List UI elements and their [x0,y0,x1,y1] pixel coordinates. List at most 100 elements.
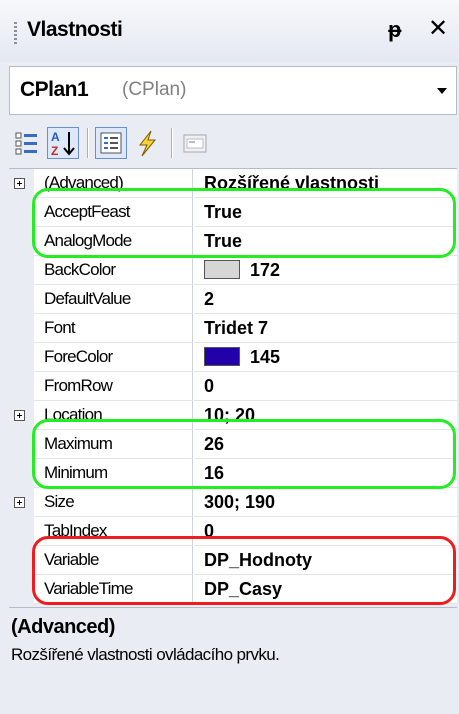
property-row[interactable]: ForeColor 145 [9,343,457,372]
property-grid: (Advanced) Rozšířené vlastnosti AcceptFe… [9,168,457,604]
toolbar: A Z [9,120,457,168]
color-swatch [204,347,240,367]
property-name: TabIndex [34,517,193,546]
pin-icon[interactable]: ᵽ [388,17,401,43]
row-margin [9,169,34,198]
property-name: Location [34,401,193,430]
property-row[interactable]: Font Tridet 7 [9,314,457,343]
property-value-text: 0 [204,376,215,396]
property-value-text: 300; 190 [204,492,276,512]
events-button[interactable] [131,127,163,159]
property-name: AnalogMode [34,227,193,256]
properties-button[interactable] [95,127,127,159]
property-name: Font [34,314,193,343]
property-value[interactable]: 16 [194,459,457,488]
property-value[interactable]: Rozšířené vlastnosti [194,169,457,198]
expand-icon[interactable] [14,410,25,421]
properties-icon [100,132,122,154]
property-value[interactable]: 0 [194,517,457,546]
lightning-icon [138,130,157,157]
property-name: ForeColor [34,343,193,372]
property-value-text: 172 [250,260,281,280]
property-row[interactable]: Minimum 16 [9,459,457,488]
property-value-text: DP_Casy [204,579,283,599]
title-bar[interactable]: Vlastnosti ᵽ ✕ [0,0,459,62]
row-margin [9,372,34,401]
row-margin [9,546,34,575]
property-value[interactable]: DP_Hodnoty [194,546,457,575]
property-row[interactable]: Location 10; 20 [9,401,457,430]
property-value[interactable]: 0 [194,372,457,401]
property-value-text: True [204,202,243,222]
property-value-text: True [204,231,243,251]
alphabetical-button[interactable]: A Z [47,127,79,159]
property-value[interactable]: True [194,198,457,227]
property-value[interactable]: 26 [194,430,457,459]
property-name: AcceptFeast [34,198,193,227]
property-name: VariableTime [34,575,193,604]
property-value-text: 16 [204,463,225,483]
drag-grip-icon[interactable] [14,22,17,44]
property-value[interactable]: Tridet 7 [194,314,457,343]
chevron-down-icon[interactable] [429,67,456,114]
property-value-text: DP_Hodnoty [204,550,312,570]
property-value[interactable]: 10; 20 [194,401,457,430]
color-swatch [204,260,240,280]
property-row[interactable]: Variable DP_Hodnoty [9,546,457,575]
property-value-text: 0 [204,521,215,541]
property-value-text: 2 [204,289,215,309]
property-value[interactable]: True [194,227,457,256]
property-row[interactable]: AnalogMode True [9,227,457,256]
property-value[interactable]: 2 [194,285,457,314]
panel-title: Vlastnosti [27,18,123,41]
row-margin [9,227,34,256]
row-margin [9,430,34,459]
property-row[interactable]: Maximum 26 [9,430,457,459]
row-margin [9,343,34,372]
expand-icon[interactable] [14,497,25,508]
close-icon[interactable]: ✕ [428,15,448,43]
property-value-text: 10; 20 [204,405,256,425]
svg-text:A: A [51,130,60,144]
property-row[interactable]: (Advanced) Rozšířené vlastnosti [9,169,457,198]
property-value[interactable]: DP_Casy [194,575,457,604]
row-margin [9,488,34,517]
property-value-text: 26 [204,434,225,454]
row-margin [9,459,34,488]
property-row[interactable]: BackColor 172 [9,256,457,285]
property-name: Minimum [34,459,193,488]
property-row[interactable]: FromRow 0 [9,372,457,401]
object-selector[interactable]: CPlan1 (CPlan) [9,66,457,115]
object-type: (CPlan) [122,79,187,100]
categorized-icon [15,132,37,155]
property-row[interactable]: Size 300; 190 [9,488,457,517]
property-row[interactable]: VariableTime DP_Casy [9,575,457,604]
properties-panel: Vlastnosti ᵽ ✕ CPlan1 (CPlan) A Z (Advan… [0,0,459,714]
property-value-text: Rozšířené vlastnosti [204,173,380,193]
property-row[interactable]: TabIndex 0 [9,517,457,546]
description-title: (Advanced) [11,616,115,638]
property-pages-button[interactable] [179,127,211,159]
property-name: Maximum [34,430,193,459]
toolbar-separator [171,128,172,158]
property-value[interactable]: 145 [194,343,457,372]
property-name: Size [34,488,193,517]
row-margin [9,401,34,430]
property-name: FromRow [34,372,193,401]
svg-text:Z: Z [51,144,58,158]
object-name: CPlan1 [20,78,89,101]
property-pages-icon [183,134,207,153]
row-margin [9,198,34,227]
categorized-button[interactable] [11,127,43,159]
row-margin [9,285,34,314]
property-name: DefaultValue [34,285,193,314]
expand-icon[interactable] [14,178,25,189]
property-name: BackColor [34,256,193,285]
property-row[interactable]: AcceptFeast True [9,198,457,227]
property-value[interactable]: 300; 190 [194,488,457,517]
property-row[interactable]: DefaultValue 2 [9,285,457,314]
row-margin [9,517,34,546]
description-pane: (Advanced) Rozšířené vlastnosti ovládací… [9,607,457,714]
property-value[interactable]: 172 [194,256,457,285]
property-name: Variable [34,546,193,575]
